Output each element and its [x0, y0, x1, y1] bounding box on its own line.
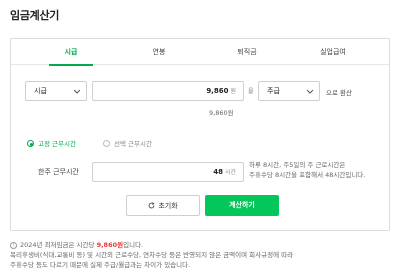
notice-line1-prefix: 2024년 최저임금은 시간당	[20, 241, 97, 249]
weekly-hours-label: 한주 근무시간	[38, 168, 79, 176]
convert-unit-value: 주급	[267, 87, 280, 95]
weekly-hours-unit: 시간	[224, 169, 236, 176]
minimum-wage-highlight: 9,860원	[96, 241, 124, 249]
notice-line-1: ! 2024년 최저임금은 시간당 9,860원입니다.	[10, 240, 395, 250]
weekly-hours-input[interactable]: 48 시간	[92, 162, 244, 182]
help-line-2: 주휴수당 8시간을 포함해서 48시간입니다.	[249, 171, 366, 179]
tab-unemployment[interactable]: 실업급여	[303, 39, 363, 65]
reset-button[interactable]: 초기화	[126, 195, 200, 216]
wage-unit-value: 시급	[34, 87, 47, 95]
radio-flexible-label: 선택 근무시간	[114, 140, 152, 148]
wage-input-unit: 원	[230, 88, 236, 95]
wage-unit-select[interactable]: 시급	[25, 81, 87, 101]
tab-annual[interactable]: 연봉	[129, 39, 189, 65]
calculate-button[interactable]: 계산하기	[205, 195, 279, 216]
page-title: 임금계산기	[10, 9, 60, 22]
wage-display: 9,860원	[209, 109, 234, 117]
chevron-down-icon	[74, 89, 80, 94]
radio-checked-icon	[27, 140, 34, 147]
tab-hourly[interactable]: 시급	[41, 39, 101, 66]
notice-line-3: 주휴수당 등도 다르기 때문에 실제 주급/월급과는 차이가 있습니다.	[10, 261, 191, 269]
calculate-label: 계산하기	[229, 201, 255, 209]
radio-fixed-hours[interactable]: 고정 근무시간	[27, 140, 76, 149]
convert-suffix: 으로 환산	[326, 89, 352, 97]
radio-unchecked-icon	[103, 140, 110, 147]
tab-bar: 시급 연봉 퇴직금 실업급여	[11, 39, 389, 66]
help-line-1: 하루 8시간, 주5일의 주 근로시간은	[249, 161, 346, 169]
wage-input[interactable]: 9,860 원	[92, 81, 244, 101]
notice: ! 2024년 최저임금은 시간당 9,860원입니다. 복리후생비(식대,교통비…	[10, 240, 395, 270]
calculator-card: 시급 연봉 퇴직금 실업급여 시급 9,860 원 을 주급 으로 환산 9,86…	[10, 38, 390, 231]
notice-line-2: 복리후생비(식대,교통비 등) 및 시간외 근로수당, 연차수당 등은 반영되지…	[10, 251, 294, 259]
refresh-icon	[149, 202, 155, 209]
radio-fixed-label: 고정 근무시간	[38, 140, 76, 148]
weekly-hours-help: 하루 8시간, 주5일의 주 근로시간은 주휴수당 8시간을 포함해서 48시간…	[249, 160, 389, 180]
notice-line1-suffix: 입니다.	[123, 241, 144, 249]
info-icon: !	[10, 242, 17, 249]
chevron-down-icon	[307, 89, 313, 94]
wage-input-value: 9,860	[206, 87, 229, 95]
reset-label: 초기화	[158, 202, 178, 210]
tab-severance[interactable]: 퇴직금	[217, 39, 277, 65]
radio-flexible-hours[interactable]: 선택 근무시간	[103, 140, 152, 149]
particle-label: 을	[248, 88, 254, 95]
convert-unit-select[interactable]: 주급	[258, 81, 320, 101]
weekly-hours-value: 48	[213, 168, 223, 176]
